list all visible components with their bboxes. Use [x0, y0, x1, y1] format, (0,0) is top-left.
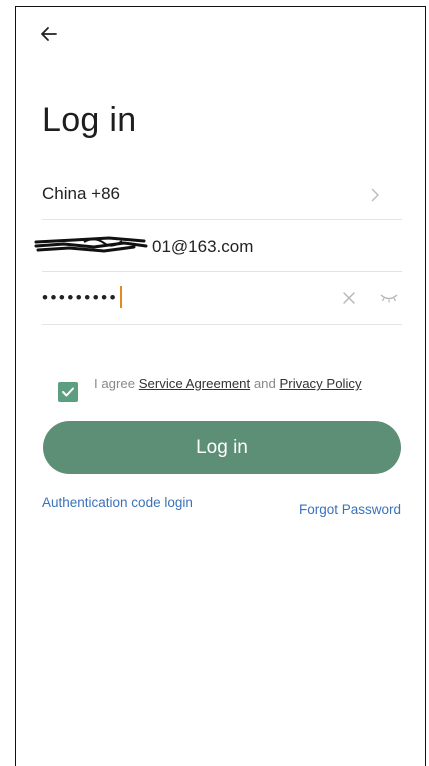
close-icon[interactable] [342, 291, 356, 305]
arrow-left-icon[interactable] [36, 20, 64, 48]
service-agreement-link[interactable]: Service Agreement [139, 376, 250, 391]
agreement-text: I agree Service Agreement and Privacy Po… [94, 376, 362, 392]
country-selector[interactable]: China +86 [42, 170, 402, 220]
agree-checkbox[interactable] [58, 382, 78, 402]
text-caret [120, 286, 123, 308]
auth-code-login-link[interactable]: Authentication code login [42, 495, 222, 510]
email-field[interactable]: 01@163.com [34, 222, 402, 272]
eye-closed-icon[interactable] [380, 293, 398, 303]
password-field[interactable]: ••••••••• [42, 275, 402, 325]
privacy-policy-link[interactable]: Privacy Policy [280, 376, 362, 391]
country-code-value: China +86 [42, 184, 120, 203]
chevron-right-icon [371, 188, 379, 202]
page-title: Log in [42, 101, 137, 139]
email-value: 01@163.com [152, 237, 254, 256]
login-button[interactable]: Log in [43, 421, 401, 474]
agreement-prefix: I agree [94, 376, 139, 391]
check-icon [62, 387, 74, 397]
forgot-password-link[interactable]: Forgot Password [299, 502, 401, 517]
password-dots: ••••••••• [42, 288, 119, 307]
redaction-scribble [34, 236, 148, 253]
agreement-conjunction: and [250, 376, 280, 391]
password-value: ••••••••• [42, 286, 123, 308]
